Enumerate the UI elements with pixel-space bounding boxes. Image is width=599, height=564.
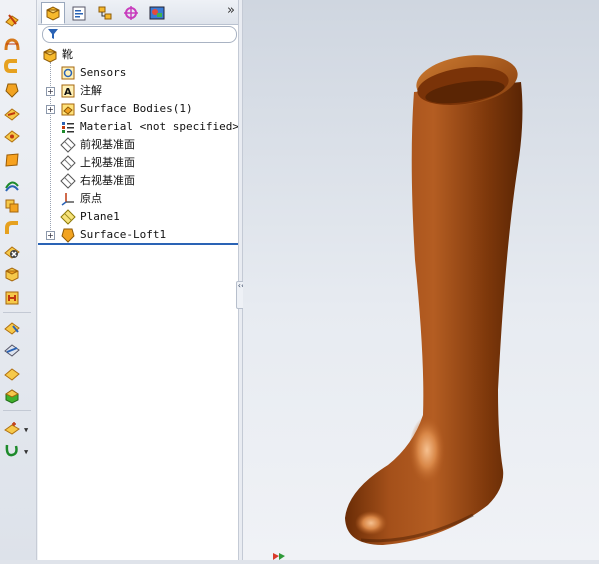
tree-item-top-plane[interactable]: 上视基准面 — [38, 154, 238, 172]
expand-toggle[interactable]: + — [46, 231, 55, 240]
trim-surface-icon[interactable] — [4, 366, 20, 382]
plane-icon — [60, 137, 76, 153]
swept-surface-icon[interactable] — [4, 58, 20, 74]
filter-input[interactable] — [61, 28, 229, 40]
tree-item-label: 前视基准面 — [80, 138, 135, 151]
boundary-surface-icon[interactable] — [4, 106, 20, 122]
plane-icon — [60, 173, 76, 189]
delete-face-icon[interactable] — [4, 244, 20, 260]
lofted-surface-icon[interactable] — [4, 82, 20, 98]
tab-dimxpert-manager[interactable] — [119, 2, 143, 24]
more-tabs-chevron[interactable]: » — [227, 4, 235, 18]
display-manager-icon — [149, 6, 165, 20]
material-icon — [62, 122, 74, 133]
tree-item-label: 注解 — [80, 84, 102, 97]
tree-item-label: 上视基准面 — [80, 156, 135, 169]
tree-item-surface-bodies[interactable]: + Surface Bodies(1) — [38, 100, 238, 118]
ruled-surface-icon[interactable] — [4, 198, 20, 214]
knit-surface-icon[interactable] — [4, 388, 20, 404]
part-icon — [43, 48, 57, 63]
svg-text:A: A — [64, 87, 72, 98]
manager-tabs: » — [38, 0, 239, 25]
tree-item-sensors[interactable]: Sensors — [38, 64, 238, 82]
configuration-manager-icon — [98, 6, 112, 20]
annotations-icon: A — [61, 84, 75, 98]
curves-icon[interactable] — [4, 442, 20, 458]
dimxpert-icon — [124, 6, 138, 20]
tree-root-part[interactable]: 靴 — [38, 46, 238, 64]
tree-item-plane1[interactable]: Plane1 — [38, 208, 238, 226]
planar-surface-icon[interactable] — [4, 152, 20, 168]
filter-icon — [48, 29, 58, 39]
untrim-surface-icon[interactable] — [4, 290, 20, 306]
curves-dropdown[interactable]: ▼ — [24, 448, 32, 456]
tree-item-label: Surface-Loft1 — [80, 228, 167, 241]
graphics-viewport[interactable] — [243, 0, 599, 560]
plane-feature-icon — [60, 209, 76, 225]
boot-heel-highlight — [409, 416, 445, 484]
tree-root-label: 靴 — [62, 48, 73, 61]
tree-item-label: Plane1 — [80, 210, 120, 223]
tree-item-right-plane[interactable]: 右视基准面 — [38, 172, 238, 190]
plane-icon — [60, 155, 76, 171]
property-manager-icon — [72, 6, 86, 21]
reference-geometry-dropdown[interactable]: ▼ — [24, 426, 32, 434]
tree-item-label: 右视基准面 — [80, 174, 135, 187]
triad-x-icon — [273, 553, 279, 560]
tab-property-manager[interactable] — [67, 2, 91, 24]
expand-toggle[interactable]: + — [46, 105, 55, 114]
surface-bodies-icon — [61, 103, 75, 116]
boot-toe-highlight — [355, 511, 387, 535]
tree-item-material[interactable]: Material <not specified> — [38, 118, 239, 136]
feature-tree-icon — [46, 6, 60, 21]
offset-surface-icon[interactable] — [4, 176, 20, 192]
triad-y-icon — [279, 553, 285, 560]
surface-loft-icon — [61, 228, 75, 243]
tree-item-surface-loft1[interactable]: + Surface-Loft1 — [38, 226, 238, 244]
surface-fillet-icon[interactable] — [4, 320, 20, 336]
sensors-icon — [61, 66, 75, 80]
boot-model[interactable] — [243, 0, 599, 560]
tree-item-label: 原点 — [80, 192, 102, 205]
feature-filter — [42, 26, 237, 43]
tree-item-label: Sensors — [80, 66, 127, 79]
extend-surface-icon[interactable] — [4, 342, 20, 358]
expand-toggle[interactable]: + — [46, 87, 55, 96]
reference-geometry-icon[interactable] — [4, 420, 20, 436]
tab-feature-manager[interactable] — [41, 2, 65, 24]
tree-item-label: Material <not specified> — [80, 120, 239, 133]
feature-manager-panel: » 靴 Sensors + A 注解 + Surface Bodies(1) M — [37, 0, 239, 560]
tree-item-front-plane[interactable]: 前视基准面 — [38, 136, 238, 154]
rollback-bar[interactable] — [38, 243, 239, 245]
revolved-surface-icon[interactable] — [4, 36, 20, 52]
tree-item-origin[interactable]: 原点 — [38, 190, 238, 208]
surfaces-toolbar: ▼ ▼ — [0, 0, 37, 560]
tab-display-manager[interactable] — [145, 2, 169, 24]
radiate-surface-icon[interactable] — [4, 220, 20, 236]
tab-configuration-manager[interactable] — [93, 2, 117, 24]
replace-face-icon[interactable] — [4, 266, 20, 282]
origin-icon — [61, 193, 74, 206]
tree-item-label: Surface Bodies(1) — [80, 102, 193, 115]
filled-surface-icon[interactable] — [4, 128, 20, 144]
tree-item-annotations[interactable]: + A 注解 — [38, 82, 238, 100]
extruded-surface-icon[interactable] — [4, 12, 20, 28]
